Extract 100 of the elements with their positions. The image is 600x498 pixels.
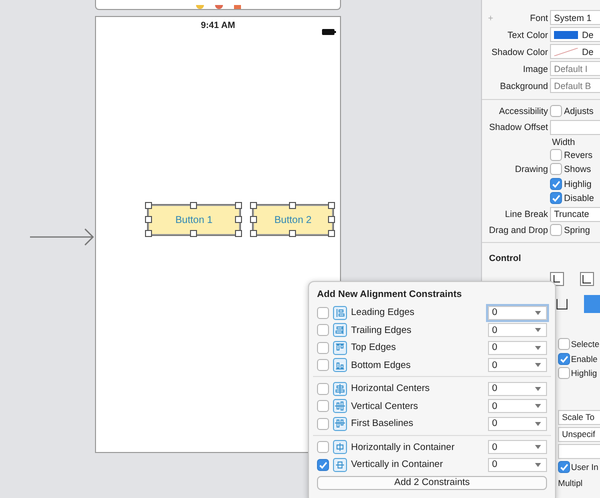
constraint-icon — [333, 440, 347, 454]
selected-segment[interactable] — [584, 295, 600, 313]
checkbox-label: Highlig — [571, 368, 597, 378]
field-label: Shadow Offset — [489, 122, 548, 132]
field-label: Shadow Color — [491, 46, 548, 56]
caret-icon — [535, 363, 541, 368]
caret-icon — [535, 328, 541, 332]
caret-icon — [535, 445, 541, 450]
constraint-label: Leading Edges — [351, 307, 416, 318]
constraint-icon — [333, 340, 347, 355]
align-box-icon[interactable] — [580, 272, 594, 286]
checkbox-label: Revers — [564, 150, 593, 160]
text-field[interactable]: Unspecif — [558, 426, 600, 442]
text-field[interactable] — [558, 444, 600, 458]
checkbox-label: User In — [571, 462, 598, 472]
checkbox[interactable] — [317, 342, 329, 354]
checkbox-label: Adjusts — [564, 106, 594, 116]
scene-icon[interactable] — [196, 5, 204, 9]
image-field[interactable]: Default I — [550, 61, 600, 76]
add-constraints-button[interactable]: Add 2 Constraints — [317, 476, 547, 490]
constraint-label: Horizontal Centers — [351, 383, 431, 394]
caret-icon — [535, 346, 541, 350]
caret-icon — [535, 310, 541, 315]
text-field[interactable]: System 1 — [550, 10, 600, 25]
color-swatch — [554, 48, 578, 56]
constraint-label: Vertical Centers — [351, 400, 420, 412]
scene-icon[interactable] — [234, 5, 240, 9]
field-label: Background — [500, 80, 548, 90]
status-time: 9:41 AM — [200, 20, 236, 32]
checkbox-label: Shows — [564, 164, 592, 174]
value-dropdown[interactable]: 0 — [488, 458, 547, 472]
canvas-button[interactable]: Button 1 — [148, 205, 240, 235]
scene-icon[interactable] — [214, 5, 222, 9]
section-heading: Control — [489, 253, 521, 263]
checkbox[interactable] — [317, 382, 329, 395]
constraint-icon — [333, 382, 347, 396]
entry-arrow — [30, 228, 95, 246]
checkbox-label: Multipl — [558, 478, 583, 488]
field-label: Accessibility — [498, 106, 548, 116]
checkbox[interactable] — [317, 400, 329, 412]
caret-icon — [535, 462, 541, 467]
field-label: Drag and Drop — [488, 224, 548, 235]
caret-icon — [535, 422, 541, 426]
color-name: De — [582, 30, 594, 40]
field-label: Text Color — [507, 30, 548, 40]
checkbox[interactable] — [550, 148, 562, 161]
field-label: Line Break — [504, 209, 548, 219]
value-dropdown[interactable]: 0 — [488, 382, 547, 396]
checkbox-label: Spring — [564, 224, 590, 235]
color-name: De — [582, 46, 594, 56]
field-label: Drawing — [514, 164, 548, 174]
checkbox[interactable] — [550, 178, 562, 190]
constraint-label: Vertically in Container — [351, 459, 444, 470]
text-field[interactable] — [550, 120, 600, 134]
checkbox[interactable] — [558, 352, 570, 365]
value-dropdown[interactable]: 0 — [488, 306, 547, 320]
constraint-icon — [333, 358, 347, 372]
constraint-label: First Baselines — [351, 418, 414, 430]
checkbox[interactable] — [558, 460, 570, 473]
value-dropdown[interactable]: 0 — [488, 440, 547, 454]
popover-title: Add New Alignment Constraints — [317, 289, 463, 300]
value-dropdown[interactable]: 0 — [488, 358, 547, 372]
checkbox-label: Enable — [571, 354, 598, 364]
text-field[interactable]: Truncate — [550, 206, 600, 222]
checkbox[interactable] — [550, 224, 562, 236]
value-dropdown[interactable]: 0 — [488, 340, 547, 355]
constraint-icon — [333, 399, 347, 414]
checkbox[interactable] — [317, 324, 329, 336]
constraint-icon — [333, 323, 347, 338]
caret-icon — [535, 404, 541, 408]
battery-icon — [322, 29, 336, 35]
constraint-label: Horizontally in Container — [351, 442, 456, 453]
text-field[interactable]: Scale To — [558, 410, 600, 424]
field-caption: Width — [552, 136, 576, 146]
checkbox-label: Disable — [564, 193, 594, 204]
constraint-icon — [333, 458, 347, 472]
value-dropdown[interactable]: 0 — [488, 416, 547, 431]
constraint-icon — [333, 306, 347, 320]
constraint-label: Trailing Edges — [351, 324, 412, 336]
checkbox[interactable] — [317, 359, 329, 372]
checkbox[interactable] — [558, 367, 570, 380]
checkbox[interactable] — [550, 192, 562, 204]
constraint-label: Top Edges — [351, 342, 397, 354]
value-dropdown[interactable]: 0 — [488, 399, 547, 414]
checkbox[interactable] — [317, 306, 329, 319]
color-well[interactable]: De — [550, 27, 600, 42]
constraint-icon — [333, 416, 347, 431]
value-dropdown[interactable]: 0 — [488, 323, 547, 338]
align-left-icon[interactable] — [550, 272, 564, 286]
checkbox[interactable] — [550, 105, 562, 118]
checkbox[interactable] — [558, 338, 570, 350]
field-label: Font — [530, 12, 548, 22]
checkbox[interactable] — [550, 163, 562, 176]
image-field[interactable]: Default B — [550, 78, 600, 93]
caret-icon — [535, 386, 541, 391]
checkbox-label: Highlig — [564, 178, 592, 189]
checkbox[interactable] — [317, 418, 329, 430]
checkbox[interactable] — [317, 458, 329, 471]
checkbox[interactable] — [317, 441, 329, 454]
color-well[interactable]: De — [550, 44, 600, 59]
